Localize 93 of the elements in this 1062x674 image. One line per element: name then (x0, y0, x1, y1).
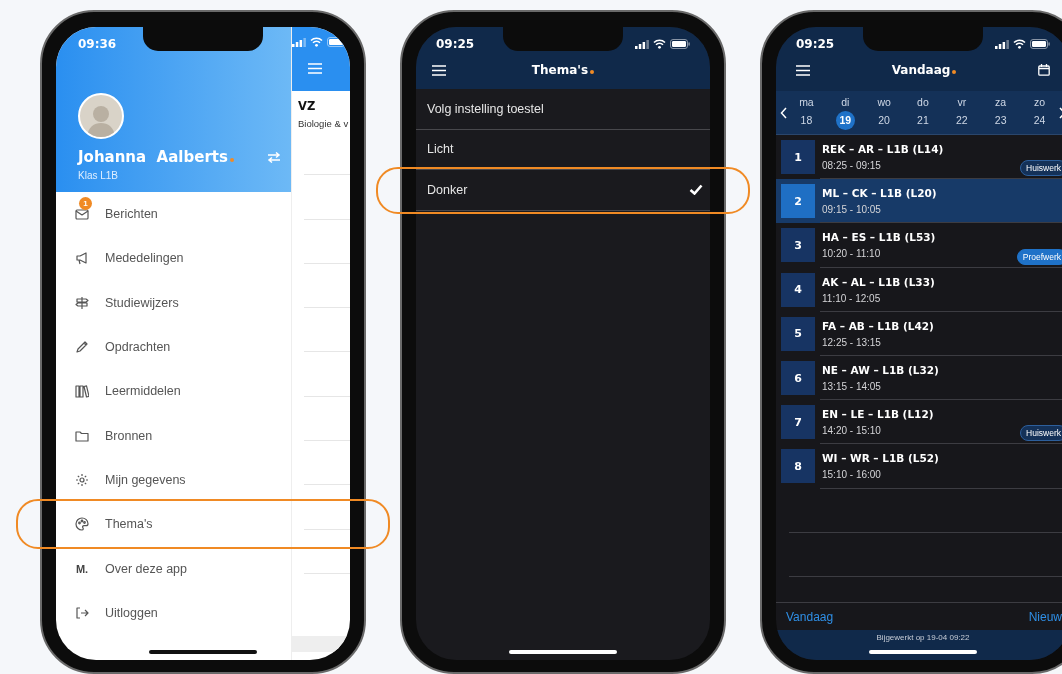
lesson-hour: 4 (781, 272, 815, 307)
palette-icon (75, 517, 89, 532)
lesson-tag: Proefwerk (1016, 248, 1062, 265)
lesson-time: 14:20 - 15:10 (822, 425, 881, 437)
wifi-icon (653, 39, 666, 49)
menu-icon (432, 64, 446, 76)
megaphone-icon (75, 251, 89, 266)
chevron-left-icon (780, 106, 787, 119)
updated-note: Bijgewerkt op 19-04 09:22 (876, 633, 970, 642)
footer-link[interactable]: Nieuw (1028, 609, 1062, 624)
lesson-hour: 6 (781, 361, 815, 396)
pencil-icon (75, 340, 89, 355)
books-icon (75, 384, 89, 399)
lesson-title: FA – AB – L1B (L42) (822, 319, 934, 332)
person-silhouette-icon (86, 103, 116, 137)
menu-item[interactable]: Leermiddelen (56, 369, 291, 414)
lesson-hour: 8 (781, 449, 815, 484)
date-button[interactable]: 23 (991, 110, 1011, 130)
menu-item[interactable]: Opdrachten (56, 324, 291, 370)
lesson-title: HA – ES – L1B (L53) (822, 231, 936, 244)
lesson-hour: 1 (781, 140, 815, 175)
menu-item[interactable]: Mededelingen (56, 236, 291, 281)
signal-icon (292, 37, 306, 47)
lesson-hour: 2 (781, 184, 815, 219)
calendar-icon (1038, 64, 1050, 76)
date-button[interactable]: 19 (835, 110, 855, 130)
lesson-time: 09:15 - 10:05 (822, 204, 881, 216)
theme-option[interactable]: Donker (416, 170, 710, 211)
profile-name: Johanna Aalberts (78, 148, 234, 166)
menu-item[interactable]: M. Over deze app (56, 546, 291, 591)
weekday-label: ma (799, 95, 814, 108)
date-button[interactable]: 24 (1030, 110, 1049, 130)
lesson-title: ML – CK – L1B (L20) (822, 187, 937, 200)
logo-mark: M. (75, 562, 89, 575)
battery-icon (1030, 39, 1050, 49)
menu-item[interactable]: Mijn gegevens (56, 457, 291, 503)
envelope-icon (75, 207, 89, 222)
menu-icon (796, 64, 810, 76)
weekday-label: do (917, 95, 929, 108)
lesson-tag: Huiswerk (1020, 425, 1062, 442)
lesson-hour: 5 (781, 316, 815, 351)
lesson-time: 12:25 - 13:15 (822, 336, 881, 348)
gear-icon (75, 472, 89, 487)
lesson-tag: Huiswerk (1020, 160, 1062, 177)
date-button[interactable]: 21 (913, 110, 933, 130)
weekday-label: di (841, 95, 850, 108)
screen-title: Thema's (531, 63, 595, 77)
menu-item[interactable]: Bronnen (56, 413, 291, 458)
screen-title: Vandaag (891, 63, 957, 77)
status-time: 09:36 (78, 37, 117, 51)
wifi-icon (310, 37, 323, 47)
theme-option[interactable]: Licht (416, 129, 710, 170)
page-title: VZ (297, 98, 317, 113)
lesson-time: 08:25 - 09:15 (822, 160, 881, 172)
lesson-title: AK – AL – L1B (L33) (822, 275, 935, 288)
weekday-label: zo (1033, 95, 1046, 108)
page-subtitle: Biologie & v (297, 117, 350, 131)
lesson-title: REK – AR – L1B (L14) (822, 143, 944, 156)
theme-option[interactable]: Volg instelling toestel (416, 89, 710, 130)
count-badge: 1 (79, 197, 92, 211)
menu-item[interactable]: Uitloggen (56, 590, 291, 635)
weekday-label: wo (877, 95, 891, 108)
logout-icon (75, 605, 89, 620)
battery-icon (670, 39, 690, 49)
lesson-title: WI – WR – L1B (L52) (822, 452, 939, 465)
footer-link[interactable]: Vandaag (786, 609, 834, 624)
status-time: 09:25 (436, 37, 475, 51)
lesson-hour: 7 (781, 405, 815, 440)
menu-item[interactable]: Thema's (56, 502, 291, 547)
switch-arrows-icon (267, 151, 281, 163)
lesson-hour: 3 (781, 228, 815, 263)
menu-item[interactable]: 1 Berichten (56, 192, 291, 237)
signal-icon (635, 39, 649, 49)
class-label: Klas L1B (78, 170, 120, 181)
menu-icon (308, 63, 322, 74)
status-time: 09:25 (796, 37, 835, 51)
weekday-label: vr (957, 95, 967, 108)
wifi-icon (1013, 39, 1026, 49)
lesson-time: 13:15 - 14:05 (822, 381, 881, 393)
menu-item[interactable]: Studiewijzers (56, 280, 291, 325)
lesson-time: 10:20 - 11:10 (822, 248, 881, 260)
date-button[interactable]: 18 (796, 110, 816, 130)
date-button[interactable]: 22 (952, 110, 972, 130)
signal-icon (995, 39, 1009, 49)
date-button[interactable]: 20 (874, 110, 894, 130)
weekday-label: za (995, 95, 1007, 108)
signpost-icon (75, 295, 89, 310)
folder-icon (75, 428, 89, 443)
lesson-time: 11:10 - 12:05 (822, 292, 881, 304)
battery-icon (327, 37, 347, 47)
lesson-title: EN – LE – L1B (L12) (822, 408, 934, 421)
lesson-title: NE – AW – L1B (L32) (822, 364, 939, 377)
lesson-time: 15:10 - 16:00 (822, 469, 881, 481)
